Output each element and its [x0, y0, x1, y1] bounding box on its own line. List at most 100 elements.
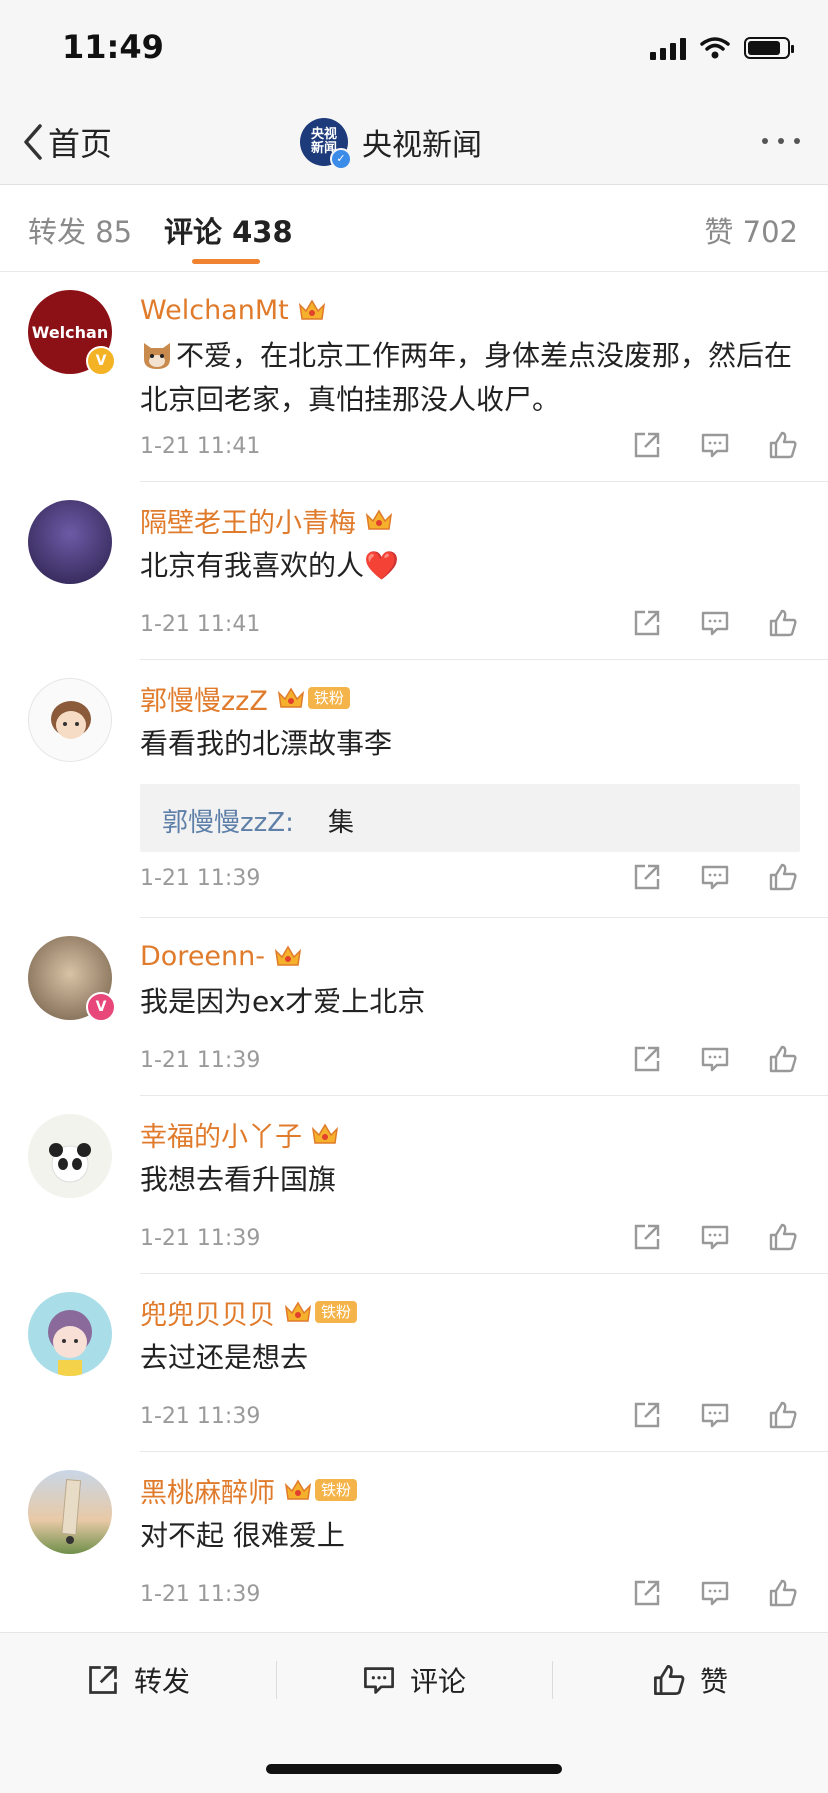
comment-item: 隔壁老王的小青梅 北京有我喜欢的人❤️ 1-21 11:41 — [0, 482, 828, 660]
fan-badge: 铁粉 — [315, 1479, 358, 1501]
comment-text: 对不起 很难爱上 — [140, 1519, 345, 1552]
crown-icon — [284, 1479, 312, 1500]
nav-bar: 首页 央视新闻 ✓ 央视新闻 — [0, 100, 828, 185]
comment-icon[interactable] — [700, 1578, 730, 1608]
comment-body: 不爱，在北京工作两年，身体差点没废那，然后在北京回老家，真怕挂那没人收尸。 — [140, 339, 793, 416]
fan-badge: 铁粉 — [307, 687, 350, 709]
repost-icon[interactable] — [632, 430, 662, 460]
repost-icon — [89, 1666, 117, 1694]
username[interactable]: 黑桃麻醉师 — [140, 1471, 275, 1510]
tab-like[interactable]: 赞 702 — [704, 209, 798, 251]
comment-time: 1-21 11:39 — [140, 1048, 261, 1073]
username[interactable]: Doreenn- — [140, 941, 265, 972]
comment-icon[interactable] — [700, 1222, 730, 1252]
divider — [276, 1661, 277, 1699]
comment-time: 1-21 11:39 — [140, 1404, 261, 1429]
like-label: 赞 — [700, 1665, 729, 1698]
cat-face-emoji — [144, 343, 170, 369]
username[interactable]: 隔壁老王的小青梅 — [140, 501, 356, 540]
comment-button[interactable]: 评论 — [362, 1655, 466, 1705]
cctv-news-logo: 央视新闻 ✓ — [300, 118, 352, 170]
comment-text: 我想去看升国旗 — [140, 1163, 337, 1196]
comment-text: 去过还是想去 — [140, 1341, 309, 1374]
post-tabs: 转发 85 评论 438 赞 702 — [0, 185, 828, 272]
more-options-icon[interactable] — [762, 138, 800, 144]
repost-icon[interactable] — [632, 608, 662, 638]
comment-text: 看看我的北漂故事李 — [140, 727, 393, 760]
comment-item: 幸福的小丫子 我想去看升国旗 1-21 11:39 — [0, 1096, 828, 1274]
repost-icon[interactable] — [632, 1044, 662, 1074]
like-icon[interactable] — [768, 862, 798, 892]
avatar-text: Welchan — [31, 322, 109, 342]
cellular-signal-icon — [650, 36, 686, 60]
active-tab-indicator — [192, 259, 260, 264]
tab-comment[interactable]: 评论 438 — [164, 209, 293, 251]
comment-time: 1-21 11:41 — [140, 434, 261, 459]
avatar[interactable] — [28, 1470, 112, 1554]
comment-item: V Doreenn- 我是因为ex才爱上北京 1-21 11:39 — [0, 918, 828, 1096]
like-icon — [654, 1665, 685, 1695]
avatar[interactable] — [28, 500, 112, 584]
back-button[interactable]: 首页 — [22, 118, 112, 166]
comment-icon[interactable] — [700, 862, 730, 892]
username[interactable]: 幸福的小丫子 — [140, 1115, 302, 1154]
chevron-left-icon — [24, 124, 42, 160]
like-icon[interactable] — [768, 1400, 798, 1430]
crown-icon — [277, 687, 304, 708]
comment-icon[interactable] — [700, 1400, 730, 1430]
like-icon[interactable] — [768, 430, 798, 460]
repost-button[interactable]: 转发 — [86, 1655, 190, 1705]
comment-item: 兜兜贝贝贝 铁粉 去过还是想去 1-21 11:39 — [0, 1274, 828, 1452]
like-button[interactable]: 赞 — [652, 1655, 728, 1705]
crown-icon — [365, 509, 393, 530]
comment-icon — [364, 1667, 394, 1694]
home-indicator[interactable] — [266, 1764, 562, 1774]
comment-time: 1-21 11:39 — [140, 866, 261, 891]
comment-icon[interactable] — [700, 430, 730, 460]
comment-icon[interactable] — [700, 608, 730, 638]
reply-username[interactable]: 郭慢慢zzZ: — [162, 802, 294, 839]
verified-badge-icon: ✓ — [330, 148, 352, 170]
repost-icon[interactable] — [632, 1222, 662, 1252]
verified-badge-icon: V — [86, 346, 116, 376]
account-header[interactable]: 央视新闻 ✓ 央视新闻 — [300, 114, 482, 170]
comment-item: 郭慢慢zzZ 铁粉 看看我的北漂故事李 郭慢慢zzZ: 集 1-21 11:39 — [0, 660, 828, 918]
repost-label: 转发 — [134, 1665, 191, 1698]
repost-icon[interactable] — [632, 1578, 662, 1608]
username[interactable]: 兜兜贝贝贝 — [140, 1293, 275, 1332]
username[interactable]: 郭慢慢zzZ — [140, 679, 268, 718]
crown-icon — [274, 945, 302, 966]
battery-icon — [744, 37, 794, 59]
avatar[interactable] — [28, 1292, 112, 1376]
tab-repost[interactable]: 转发 85 — [28, 209, 132, 251]
crown-icon — [311, 1123, 339, 1144]
comment-time: 1-21 11:41 — [140, 612, 261, 637]
status-icons — [650, 36, 794, 60]
status-bar: 11:49 — [0, 0, 828, 100]
crown-icon — [284, 1301, 312, 1322]
username[interactable]: WelchanMt — [140, 295, 289, 326]
status-time: 11:49 — [62, 28, 164, 66]
avatar[interactable] — [28, 1114, 112, 1198]
like-icon[interactable] — [768, 608, 798, 638]
like-icon[interactable] — [768, 1044, 798, 1074]
reply-preview[interactable]: 郭慢慢zzZ: 集 — [140, 784, 800, 852]
repost-icon[interactable] — [632, 862, 662, 892]
fan-badge: 铁粉 — [315, 1301, 358, 1323]
comment-text: 不爱，在北京工作两年，身体差点没废那，然后在北京回老家，真怕挂那没人收尸。 — [140, 334, 800, 422]
vip-badge-icon: V — [86, 992, 116, 1022]
page-title: 央视新闻 — [362, 128, 482, 163]
comment-label: 评论 — [410, 1665, 467, 1698]
comment-time: 1-21 11:39 — [140, 1226, 261, 1251]
wifi-icon — [700, 37, 730, 59]
like-icon[interactable] — [768, 1578, 798, 1608]
comment-time: 1-21 11:39 — [140, 1582, 261, 1607]
avatar-illustration — [51, 701, 91, 739]
like-icon[interactable] — [768, 1222, 798, 1252]
panda-avatar-illustration — [49, 1143, 91, 1183]
comment-text: 我是因为ex才爱上北京 — [140, 985, 426, 1018]
avatar[interactable] — [28, 678, 112, 762]
repost-icon[interactable] — [632, 1400, 662, 1430]
tower-photo-avatar — [61, 1479, 82, 1544]
comment-icon[interactable] — [700, 1044, 730, 1074]
